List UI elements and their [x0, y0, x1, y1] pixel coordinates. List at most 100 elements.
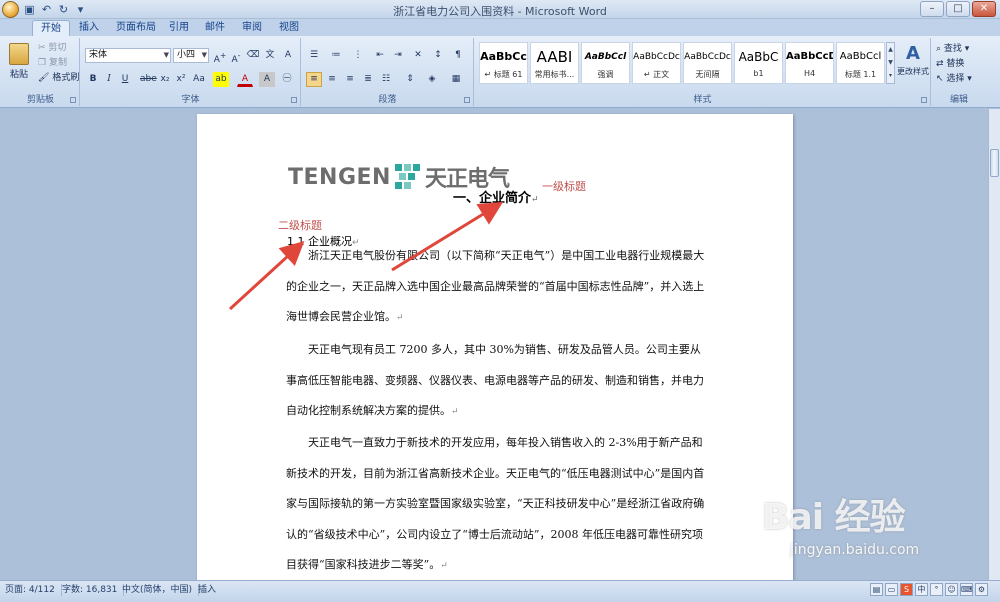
font-group-label: 字体: [181, 95, 200, 105]
font-size-select[interactable]: 小四 ▼: [173, 48, 209, 63]
style-heading-1-1[interactable]: AaBbCcl 标题 1.1: [836, 42, 885, 84]
chinese-layout-icon[interactable]: ✕: [410, 48, 426, 63]
borders-icon[interactable]: ▦: [448, 72, 464, 87]
tab-home[interactable]: 开始: [32, 20, 70, 36]
tab-view[interactable]: 视图: [271, 20, 307, 36]
bullets-icon[interactable]: ☰: [306, 48, 322, 63]
style-sample: AaBbC: [738, 50, 779, 64]
scroll-thumb[interactable]: [990, 149, 999, 177]
clear-format-icon[interactable]: ⌫: [245, 48, 261, 63]
find-button[interactable]: ⌕ 查找 ▾: [936, 42, 969, 57]
show-marks-icon[interactable]: ¶: [450, 48, 466, 63]
page-count-status[interactable]: 页面: 4/112: [5, 584, 62, 596]
ime-emoji-icon[interactable]: ☺: [945, 583, 958, 596]
full-screen-icon[interactable]: ▭: [885, 583, 898, 596]
style-h4[interactable]: AaBbCcD H4: [785, 42, 834, 84]
ribbon-tabs: 开始 插入 页面布局 引用 邮件 审阅 视图: [0, 19, 1000, 36]
format-painter-button[interactable]: 🖌 格式刷: [38, 71, 79, 86]
word-count-status[interactable]: 字数: 16,831: [62, 584, 125, 596]
undo-icon[interactable]: ↶: [40, 3, 53, 16]
line-spacing-icon[interactable]: ⇕: [402, 72, 418, 87]
heading-level-1[interactable]: 一、企业简介↵: [453, 187, 539, 206]
char-shading-icon[interactable]: A: [259, 72, 275, 87]
body-paragraph[interactable]: 天正电气现有员工 7200 多人，其中 30%为销售、研发及品管人员。公司主要从…: [286, 335, 706, 428]
align-center-icon[interactable]: ≡: [324, 72, 340, 87]
ime-punct-icon[interactable]: °: [930, 583, 943, 596]
style-common-bid[interactable]: AABI 常用标书...: [530, 42, 579, 84]
paragraph-mark-icon: ↵: [396, 313, 404, 323]
superscript-icon[interactable]: x²: [173, 72, 189, 87]
bold-icon[interactable]: B: [85, 72, 101, 87]
phonetic-guide-icon[interactable]: 文: [262, 48, 278, 63]
sort-icon[interactable]: ↕: [430, 48, 446, 63]
style-normal[interactable]: AaBbCcDc ↵ 正文: [632, 42, 681, 84]
office-button[interactable]: [2, 1, 19, 18]
insert-mode-status[interactable]: 插入: [198, 584, 222, 596]
annotation-level-1: 一级标题: [542, 180, 586, 193]
brush-icon: 🖌: [38, 73, 50, 83]
decrease-indent-icon[interactable]: ⇤: [372, 48, 388, 63]
style-sample: AaBbCcD: [786, 51, 833, 62]
sogou-ime-icon[interactable]: S: [900, 583, 913, 596]
styles-launcher[interactable]: [921, 97, 927, 103]
font-name-select[interactable]: 宋体 ▼: [85, 48, 171, 63]
subscript-icon[interactable]: x₂: [157, 72, 173, 87]
tab-mailings[interactable]: 邮件: [197, 20, 233, 36]
minimize-button[interactable]: –: [920, 1, 944, 17]
numbering-icon[interactable]: ≔: [328, 48, 344, 63]
logo-mark-icon: [394, 164, 421, 190]
body-paragraph[interactable]: 浙江天正电气股份有限公司（以下简称“天正电气”）是中国工业电器行业规模最大的企业…: [286, 241, 706, 334]
paste-label: 粘贴: [9, 70, 28, 80]
tab-insert[interactable]: 插入: [71, 20, 107, 36]
multilevel-list-icon[interactable]: ⋮: [350, 48, 366, 63]
style-b1[interactable]: AaBbC b1: [734, 42, 783, 84]
font-color-icon[interactable]: A: [237, 72, 253, 87]
align-right-icon[interactable]: ≡: [342, 72, 358, 87]
customize-qat-icon[interactable]: ▾: [74, 3, 87, 16]
style-heading-61[interactable]: AaBbCc ↵ 标题 61: [479, 42, 528, 84]
font-name-value: 宋体: [89, 50, 108, 60]
italic-icon[interactable]: I: [101, 72, 117, 87]
vertical-scrollbar[interactable]: [988, 109, 1000, 580]
change-case-icon[interactable]: Aa: [191, 72, 207, 87]
paragraph-mark-icon: ↵: [531, 195, 539, 205]
cut-button[interactable]: ✂ 剪切: [38, 41, 66, 56]
grow-font-icon[interactable]: A+: [212, 48, 228, 65]
styles-scroll[interactable]: ▲ ▼ ▾: [886, 42, 895, 84]
underline-icon[interactable]: U: [117, 72, 133, 87]
body-paragraph[interactable]: 天正电气一直致力于新技术的开发应用，每年投入销售收入的 2-3%用于新产品和新技…: [286, 428, 706, 582]
save-icon[interactable]: ▣: [23, 3, 36, 16]
document-page[interactable]: TENGEN 天正电气 一、企业简介↵ 一级标题 二级标题 1.1 企业概况↵ …: [197, 114, 793, 584]
justify-icon[interactable]: ≣: [360, 72, 376, 87]
select-button[interactable]: ↖ 选择 ▾: [936, 72, 972, 87]
style-no-spacing[interactable]: AaBbCcDc 无间隔: [683, 42, 732, 84]
paragraph-launcher[interactable]: [464, 97, 470, 103]
redo-icon[interactable]: ↻: [57, 3, 70, 16]
maximize-button[interactable]: □: [946, 1, 970, 17]
replace-button[interactable]: ⇄ 替换: [936, 57, 964, 72]
ime-chinese-icon[interactable]: 中: [915, 583, 928, 596]
copy-button[interactable]: ❐ 复制: [38, 56, 67, 71]
distributed-icon[interactable]: ☷: [378, 72, 394, 87]
align-left-icon[interactable]: ≡: [306, 72, 322, 87]
tab-review[interactable]: 审阅: [234, 20, 270, 36]
language-status[interactable]: 中文(简体，中国): [122, 584, 200, 596]
enclosed-char-icon[interactable]: ㊀: [279, 72, 295, 87]
increase-indent-icon[interactable]: ⇥: [390, 48, 406, 63]
tab-page-layout[interactable]: 页面布局: [108, 20, 164, 36]
char-border-icon[interactable]: A: [280, 48, 296, 63]
highlight-icon[interactable]: ab: [213, 72, 229, 87]
shrink-font-icon[interactable]: A-: [228, 48, 244, 65]
strikethrough-icon[interactable]: abe: [139, 72, 157, 87]
style-emphasis[interactable]: AaBbCcl 强调: [581, 42, 630, 84]
close-button[interactable]: ✕: [972, 1, 996, 17]
clipboard-launcher[interactable]: [70, 97, 76, 103]
print-layout-icon[interactable]: ▤: [870, 583, 883, 596]
shading-icon[interactable]: ◈: [424, 72, 440, 87]
paste-button[interactable]: 粘贴: [6, 41, 32, 85]
ime-settings-icon[interactable]: ⚙: [975, 583, 988, 596]
change-styles-button[interactable]: A 更改样式: [895, 42, 931, 88]
tab-references[interactable]: 引用: [161, 20, 197, 36]
font-launcher[interactable]: [291, 97, 297, 103]
ime-keyboard-icon[interactable]: ⌨: [960, 583, 973, 596]
